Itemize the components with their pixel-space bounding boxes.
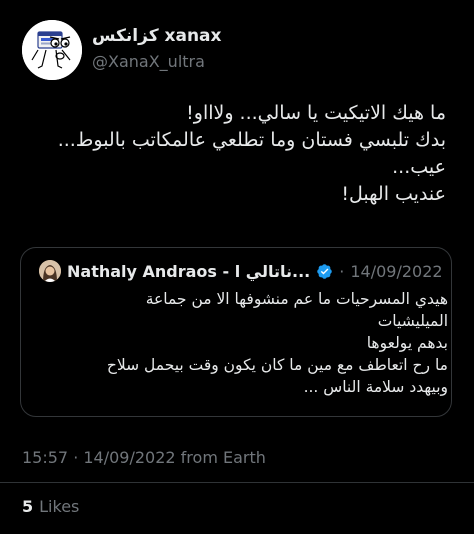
author-avatar[interactable] <box>22 20 82 80</box>
tweet-timestamp[interactable]: 15:57 · 14/09/2022 from Earth <box>22 448 266 467</box>
tweet-line: بدك تلبسي فستان وما تطلعي عالمكاتب بالبو… <box>57 129 446 151</box>
author-handle[interactable]: @XanaX_ultra <box>92 52 222 72</box>
quoted-tweet-text: هيدي المسرحيات ما عم منشوفها الا من جماع… <box>38 288 448 398</box>
author-name-block[interactable]: كزانكس xanax @XanaX_ultra <box>92 26 222 72</box>
quoted-author-avatar <box>39 260 61 282</box>
quoted-author-name: Nathaly Andraos - ناتالي ا... <box>67 261 311 281</box>
quoted-tweet-line: وبيهدد سلامة الناس ... <box>303 378 448 396</box>
likes-label: Likes <box>39 497 80 516</box>
xanax-face-avatar-icon <box>22 20 82 80</box>
quoted-tweet-line: هيدي المسرحيات ما عم منشوفها الا من جماع… <box>145 290 448 308</box>
divider <box>0 482 474 483</box>
quoted-tweet-date: 14/09/2022 <box>350 261 443 281</box>
quoted-tweet-line: ما رح اتعاطف مع مين ما كان يكون وقت بيحم… <box>106 356 448 374</box>
quoted-tweet-header: Nathaly Andraos - ناتالي ا... · 14/09/20… <box>39 260 443 282</box>
quoted-date-separator: · <box>339 261 345 281</box>
author-display-name[interactable]: كزانكس xanax <box>92 26 222 46</box>
likes-count: 5 <box>22 497 34 516</box>
likes-stat[interactable]: 5 Likes <box>22 497 79 516</box>
tweet-line: ما هيك الاتيكيت يا سالي... ولاااو! <box>186 102 446 124</box>
tweet-line: عيب... <box>392 156 446 178</box>
quoted-tweet-line: الميليشيات <box>377 312 448 330</box>
person-photo-icon <box>39 260 61 282</box>
verified-badge-icon <box>317 263 332 279</box>
quoted-tweet-line: بدهم يولعوها <box>366 334 448 352</box>
tweet-line: عنديب الهبل! <box>341 183 446 205</box>
tweet-text: ما هيك الاتيكيت يا سالي... ولاااو! بدك ت… <box>26 100 446 208</box>
